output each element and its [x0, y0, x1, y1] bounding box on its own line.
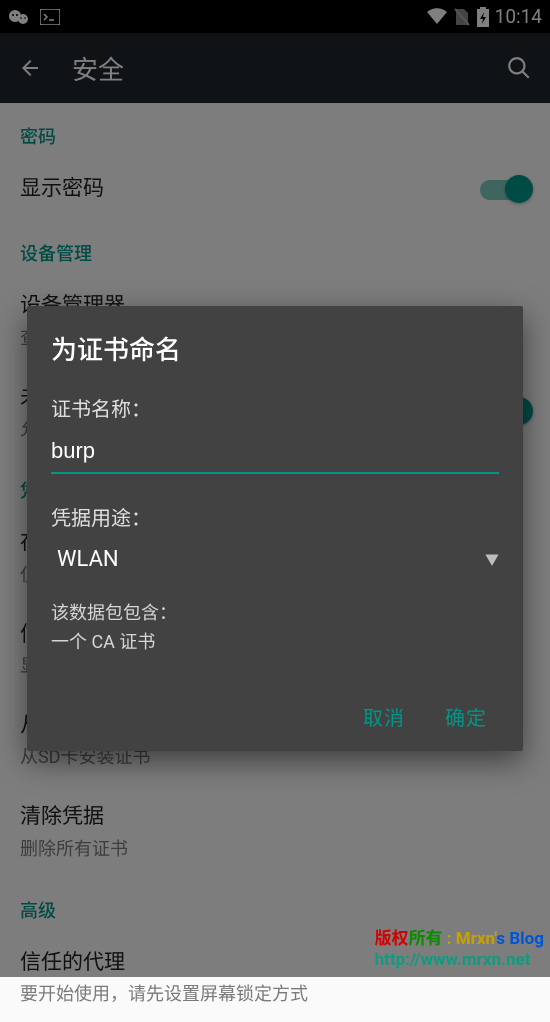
- cert-name-label: 证书名称：: [51, 393, 499, 422]
- dialog-title: 为证书命名: [51, 330, 499, 367]
- name-certificate-dialog: 为证书命名 证书名称： 凭据用途： WLAN ▼ 该数据包包含： 一个 CA 证…: [27, 306, 523, 751]
- dropdown-value: WLAN: [57, 547, 119, 572]
- ok-button[interactable]: 确定: [445, 702, 487, 731]
- item-sub: 要开始使用，请先设置屏幕锁定方式: [20, 980, 530, 1006]
- cred-use-dropdown[interactable]: WLAN ▼: [51, 541, 499, 582]
- watermark: 版权所有 : Mrxn's Blog http://www.mrxn.net: [375, 929, 544, 972]
- cancel-button[interactable]: 取消: [363, 702, 405, 731]
- chevron-down-icon: ▼: [485, 550, 499, 570]
- package-contents: 一个 CA 证书: [51, 629, 499, 658]
- dialog-actions: 取消 确定: [51, 702, 499, 739]
- cred-use-label: 凭据用途：: [51, 502, 499, 531]
- package-contains-label: 该数据包包含：: [51, 600, 499, 629]
- cert-name-input[interactable]: [51, 432, 499, 474]
